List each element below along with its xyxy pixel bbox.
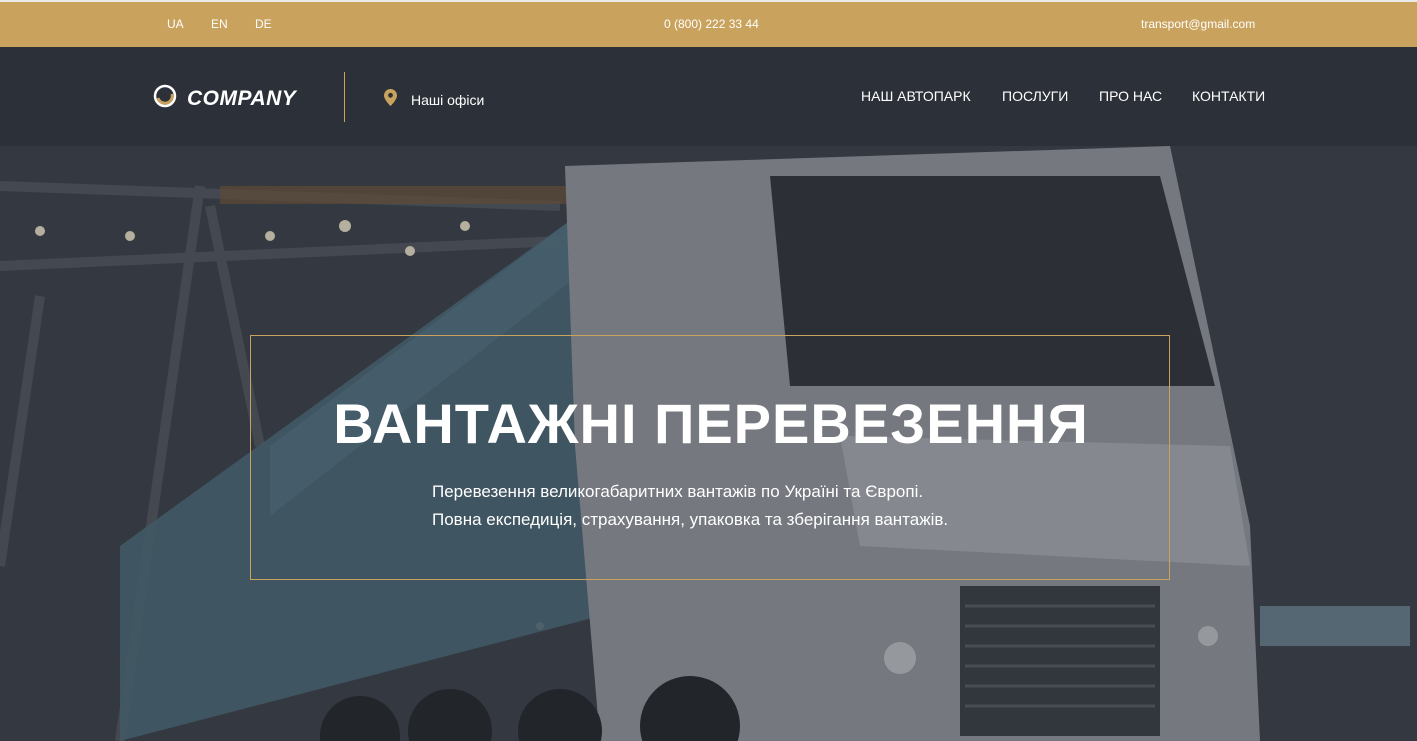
hero-section: ВАНТАЖНІ ПЕРЕВЕЗЕННЯ Перевезення великог… [0,146,1417,741]
email-link[interactable]: transport@gmail.com [1141,17,1255,31]
hero-text-box: ВАНТАЖНІ ПЕРЕВЕЗЕННЯ Перевезення великог… [250,335,1170,580]
hero-subtitle: Перевезення великогабаритних вантажів по… [432,478,948,534]
logo[interactable]: COMPANY [153,84,296,113]
offices-label: Наші офіси [411,92,485,108]
nav-fleet[interactable]: НАШ АВТОПАРК [861,88,971,104]
nav-services[interactable]: ПОСЛУГИ [1002,88,1068,104]
nav-about[interactable]: ПРО НАС [1099,88,1162,104]
site-header: COMPANY Наші офіси НАШ АВТОПАРК ПОСЛУГИ … [0,47,1417,146]
language-de-link[interactable]: DE [255,17,272,31]
logo-ring-icon [153,84,177,113]
language-ua-link[interactable]: UA [167,17,184,31]
logo-text: COMPANY [187,86,297,110]
hero-subtitle-line-2: Повна експедиція, страхування, упаковка … [432,510,949,529]
hero-title: ВАНТАЖНІ ПЕРЕВЕЗЕННЯ [333,392,1089,455]
phone-link[interactable]: 0 (800) 222 33 44 [664,17,759,31]
language-en-link[interactable]: EN [211,17,228,31]
header-divider [344,72,345,122]
top-bar: UA EN DE 0 (800) 222 33 44 transport@gma… [0,0,1417,47]
location-pin-icon [384,89,397,111]
hero-subtitle-line-1: Перевезення великогабаритних вантажів по… [432,482,924,501]
offices-link[interactable]: Наші офіси [384,89,484,111]
nav-contacts[interactable]: КОНТАКТИ [1192,88,1265,104]
